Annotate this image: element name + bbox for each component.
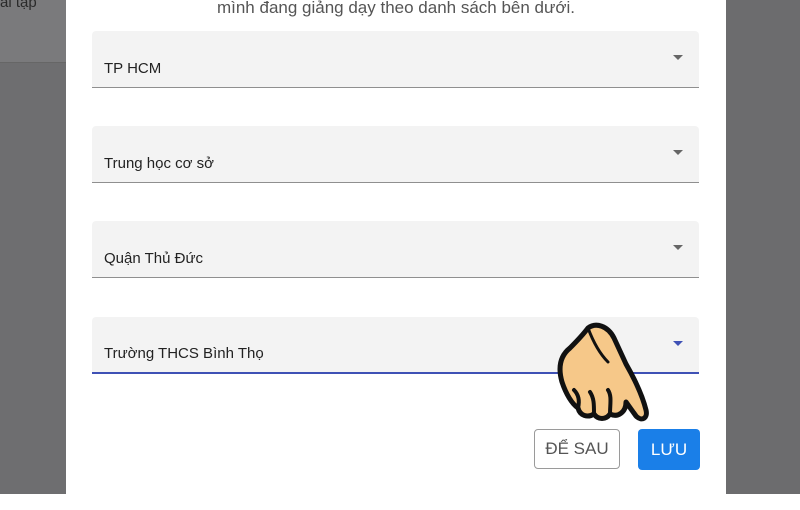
- chevron-down-icon: [673, 245, 683, 250]
- dialog-subtitle: mình đang giảng dạy theo danh sách bên d…: [216, 0, 576, 17]
- later-button[interactable]: ĐỂ SAU: [534, 429, 620, 469]
- pointing-hand-icon: [557, 322, 649, 422]
- chevron-down-icon: [673, 341, 683, 346]
- city-select-value: TP HCM: [104, 60, 162, 77]
- background-panel: ài tập: [0, 0, 66, 63]
- background-text: ài tập: [0, 0, 37, 11]
- city-select[interactable]: TP HCM: [92, 31, 699, 88]
- school-select-value: Trường THCS Bình Thọ: [104, 345, 264, 362]
- district-select[interactable]: Quận Thủ Đức: [92, 221, 699, 278]
- save-button[interactable]: LƯU: [638, 429, 700, 470]
- chevron-down-icon: [673, 55, 683, 60]
- background-right-panel: [726, 0, 800, 494]
- school-level-select-value: Trung học cơ sở: [104, 155, 214, 172]
- district-select-value: Quận Thủ Đức: [104, 250, 203, 267]
- school-selection-dialog: mình đang giảng dạy theo danh sách bên d…: [66, 0, 726, 510]
- school-level-select[interactable]: Trung học cơ sở: [92, 126, 699, 183]
- chevron-down-icon: [673, 150, 683, 155]
